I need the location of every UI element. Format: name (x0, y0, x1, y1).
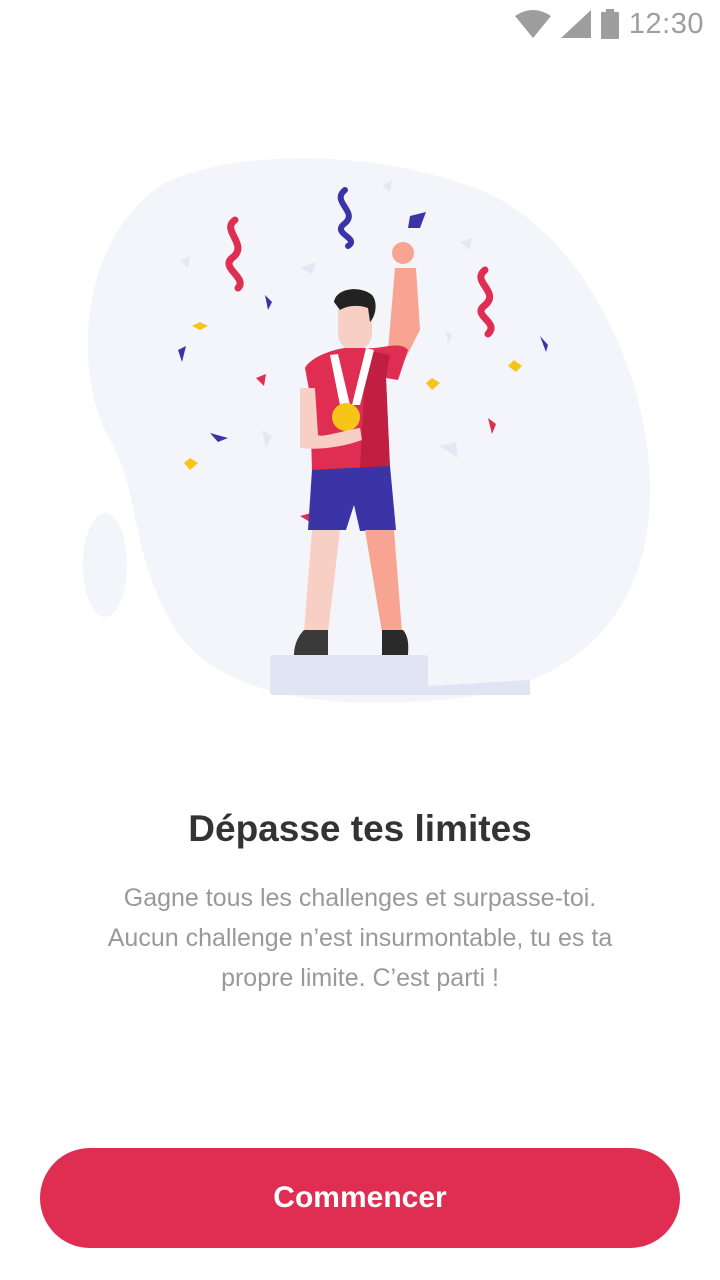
start-button[interactable]: Commencer (40, 1148, 680, 1248)
cell-signal-icon (560, 10, 591, 38)
status-time: 12:30 (628, 7, 704, 40)
status-bar: 12:30 (0, 0, 720, 48)
description-line: Gagne tous les challenges et surpasse-to… (123, 884, 597, 912)
battery-icon (600, 9, 619, 39)
description-line: propre limite. C’est parti ! (221, 964, 499, 992)
description-line: Aucun challenge n’est insurmontable, tu … (107, 924, 613, 952)
wifi-icon (514, 10, 551, 38)
onboarding-screen: 12:30 Dépasse tes limites Gagne tous les… (0, 0, 720, 1280)
onboarding-title: Dépasse tes limites (188, 808, 532, 849)
athlete-illustration (83, 158, 650, 703)
onboarding-description: Gagne tous les challenges et surpasse-to… (70, 878, 650, 998)
small-blob (83, 513, 127, 617)
status-icons: 12:30 (514, 6, 704, 42)
